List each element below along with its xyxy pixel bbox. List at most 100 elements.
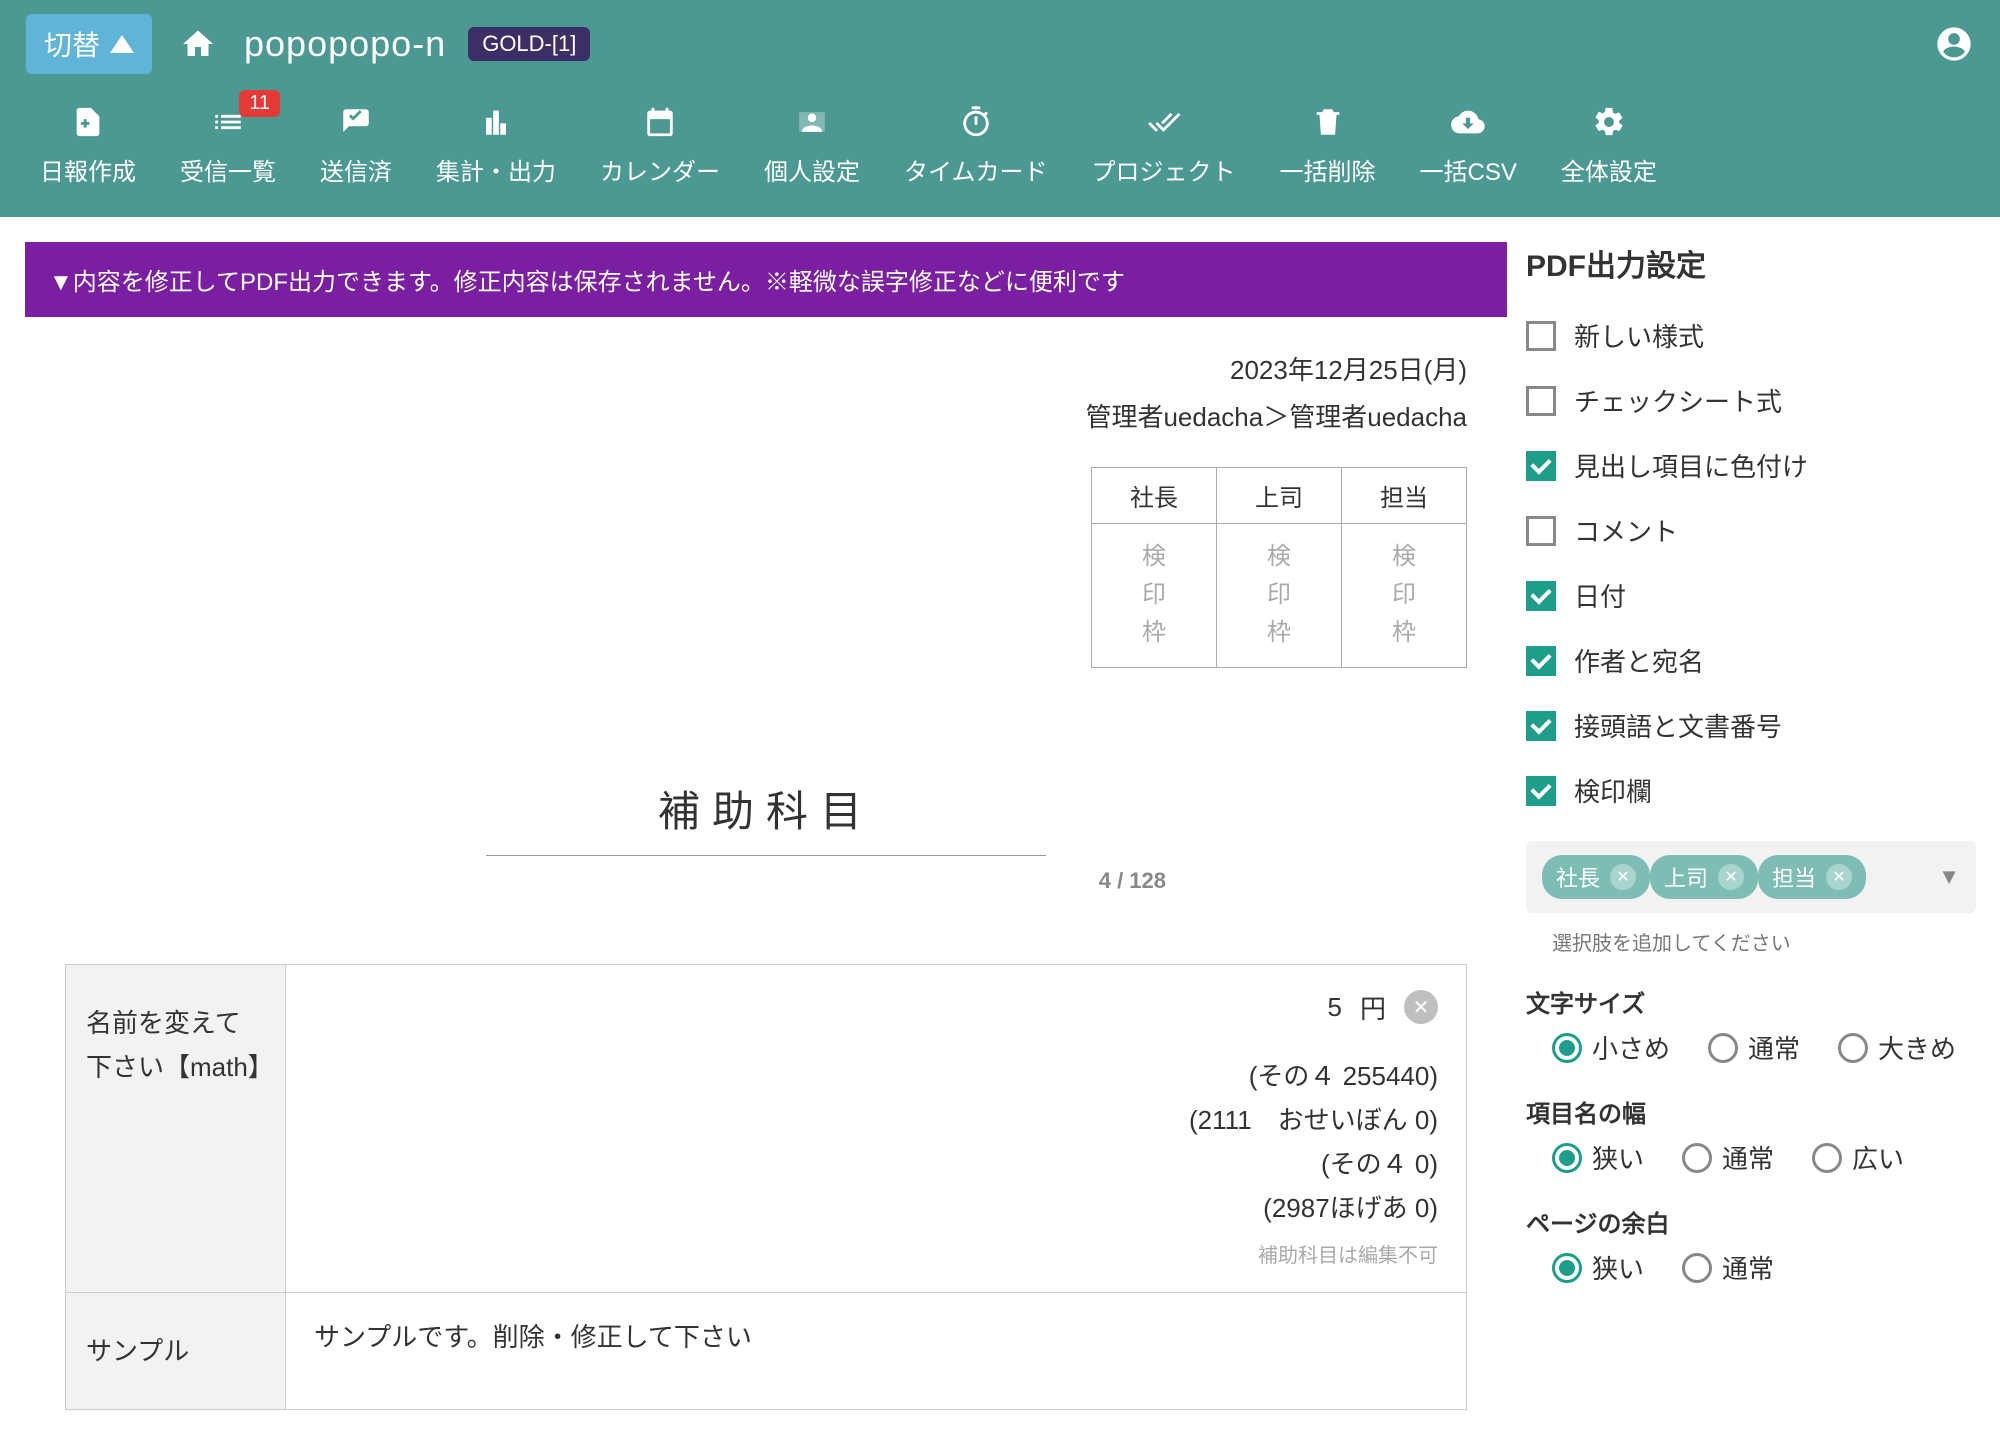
stamp-role-select[interactable]: 社長✕上司✕担当✕ ▼ <box>1526 841 1976 913</box>
check-label: コメント <box>1574 512 1678 549</box>
account-icon[interactable] <box>1934 24 1974 64</box>
home-icon[interactable] <box>180 26 216 62</box>
check-3[interactable]: コメント <box>1526 498 1976 563</box>
radio-label: 小さめ <box>1592 1029 1670 1066</box>
radio-option[interactable]: 広い <box>1812 1139 1904 1176</box>
radio-option[interactable]: 狭い <box>1552 1249 1644 1286</box>
check-5[interactable]: 作者と宛名 <box>1526 628 1976 693</box>
chip-remove-icon[interactable]: ✕ <box>1718 864 1744 890</box>
check-label: 接頭語と文書番号 <box>1574 707 1782 744</box>
row-label: 名前を変えて下さい【math】 <box>66 964 286 1292</box>
nav-bulk-csv[interactable]: 一括CSV <box>1398 88 1539 201</box>
checkbox-icon[interactable] <box>1526 386 1556 416</box>
checkbox-icon[interactable] <box>1526 711 1556 741</box>
check-label: 日付 <box>1574 577 1626 614</box>
nav-bulk-delete[interactable]: 一括削除 <box>1258 88 1398 201</box>
nav-label: 全体設定 <box>1561 152 1657 187</box>
checkbox-icon[interactable] <box>1526 581 1556 611</box>
chip-remove-icon[interactable]: ✕ <box>1610 864 1636 890</box>
chip[interactable]: 社長✕ <box>1542 855 1650 899</box>
stamp-cell[interactable]: 検 印 枠 <box>1092 523 1217 667</box>
nav-calendar[interactable]: カレンダー <box>578 88 742 201</box>
radio-option[interactable]: 通常 <box>1708 1029 1800 1066</box>
file-add-icon <box>71 102 105 142</box>
radio-icon[interactable] <box>1682 1143 1712 1173</box>
doc-title[interactable]: 補助科目 <box>65 778 1467 839</box>
main-nav: 日報作成 11 受信一覧 送信済 集計・出力 カレンダー 個人設定 タイムカード… <box>0 88 2000 217</box>
chevron-down-icon[interactable]: ▼ <box>1938 864 1960 890</box>
radio-label: 大きめ <box>1878 1029 1956 1066</box>
checkbox-icon[interactable] <box>1526 646 1556 676</box>
radio-icon[interactable] <box>1708 1033 1738 1063</box>
brand-name: popopopo-n <box>244 23 446 65</box>
check-7[interactable]: 検印欄 <box>1526 758 1976 823</box>
clear-icon[interactable]: ✕ <box>1404 990 1438 1024</box>
subitem-lines: (その４ 255440) (2111 おせいぼん 0) (その４ 0) (298… <box>314 1054 1438 1231</box>
checkbox-icon[interactable] <box>1526 451 1556 481</box>
radio-label: 通常 <box>1722 1249 1774 1286</box>
stopwatch-icon <box>959 102 993 142</box>
sent-icon <box>339 102 373 142</box>
check-0[interactable]: 新しい様式 <box>1526 303 1976 368</box>
nav-project[interactable]: プロジェクト <box>1070 88 1258 201</box>
switch-button[interactable]: 切替 <box>26 14 152 74</box>
checkbox-icon[interactable] <box>1526 516 1556 546</box>
check-label: 新しい様式 <box>1574 317 1704 354</box>
nav-label: カレンダー <box>600 152 720 187</box>
check-6[interactable]: 接頭語と文書番号 <box>1526 693 1976 758</box>
radio-option[interactable]: 通常 <box>1682 1249 1774 1286</box>
radio-icon[interactable] <box>1682 1253 1712 1283</box>
radio-option[interactable]: 小さめ <box>1552 1029 1670 1066</box>
stamp-cell[interactable]: 検 印 枠 <box>1342 523 1467 667</box>
nav-create-report[interactable]: 日報作成 <box>18 88 158 201</box>
title-underline <box>486 855 1046 856</box>
radio-option[interactable]: 大きめ <box>1838 1029 1956 1066</box>
nav-label: 日報作成 <box>40 152 136 187</box>
radio-icon[interactable] <box>1812 1143 1842 1173</box>
chip[interactable]: 担当✕ <box>1758 855 1866 899</box>
radio-option[interactable]: 通常 <box>1682 1139 1774 1176</box>
nav-label: 一括削除 <box>1280 152 1376 187</box>
radio-icon[interactable] <box>1552 1033 1582 1063</box>
nav-label: 送信済 <box>320 152 392 187</box>
check-label: 見出し項目に色付け <box>1574 447 1808 484</box>
check-2[interactable]: 見出し項目に色付け <box>1526 433 1976 498</box>
row-label: サンプル <box>66 1292 286 1409</box>
check-label: チェックシート式 <box>1574 382 1782 419</box>
checkbox-icon[interactable] <box>1526 321 1556 351</box>
nav-global-settings[interactable]: 全体設定 <box>1539 88 1679 201</box>
inbox-badge: 11 <box>239 90 280 117</box>
radio-icon[interactable] <box>1552 1143 1582 1173</box>
check-1[interactable]: チェックシート式 <box>1526 368 1976 433</box>
radio-icon[interactable] <box>1552 1253 1582 1283</box>
plan-badge: GOLD-[1] <box>468 27 590 61</box>
radio-option[interactable]: 狭い <box>1552 1139 1644 1176</box>
nav-timecard[interactable]: タイムカード <box>882 88 1070 201</box>
radio-icon[interactable] <box>1838 1033 1868 1063</box>
radio-label: 広い <box>1852 1139 1904 1176</box>
font-size-radios: 小さめ 通常 大きめ <box>1526 1029 1976 1066</box>
top-bar: 切替 popopopo-n GOLD-[1] <box>0 0 2000 88</box>
info-banner: ▼内容を修正してPDF出力できます。修正内容は保存されません。※軽微な誤字修正な… <box>25 242 1507 317</box>
nav-aggregate[interactable]: 集計・出力 <box>414 88 578 201</box>
stamp-cell[interactable]: 検 印 枠 <box>1217 523 1342 667</box>
cloud-download-icon <box>1451 102 1485 142</box>
nav-inbox[interactable]: 11 受信一覧 <box>158 88 298 201</box>
chips-hint: 選択肢を追加してください <box>1552 927 1976 956</box>
nav-label: 一括CSV <box>1420 152 1517 187</box>
row-value[interactable]: サンプルです。削除・修正して下さい <box>286 1292 1467 1409</box>
page-margin-label: ページの余白 <box>1526 1204 1976 1239</box>
nav-personal-settings[interactable]: 個人設定 <box>742 88 882 201</box>
double-check-icon <box>1147 102 1181 142</box>
checkbox-icon[interactable] <box>1526 776 1556 806</box>
gear-icon <box>1592 102 1626 142</box>
nav-sent[interactable]: 送信済 <box>298 88 414 201</box>
document-pane: ▼内容を修正してPDF出力できます。修正内容は保存されません。※軽微な誤字修正な… <box>24 241 1508 1411</box>
data-table: 名前を変えて下さい【math】 5 円 ✕ (その４ 255440) (2111… <box>65 964 1467 1410</box>
row-value[interactable]: 5 円 ✕ (その４ 255440) (2111 おせいぼん 0) (その４ 0… <box>286 964 1467 1292</box>
check-4[interactable]: 日付 <box>1526 563 1976 628</box>
nav-label: 集計・出力 <box>436 152 556 187</box>
chip-remove-icon[interactable]: ✕ <box>1826 864 1852 890</box>
table-row: 名前を変えて下さい【math】 5 円 ✕ (その４ 255440) (2111… <box>66 964 1467 1292</box>
chip[interactable]: 上司✕ <box>1650 855 1758 899</box>
